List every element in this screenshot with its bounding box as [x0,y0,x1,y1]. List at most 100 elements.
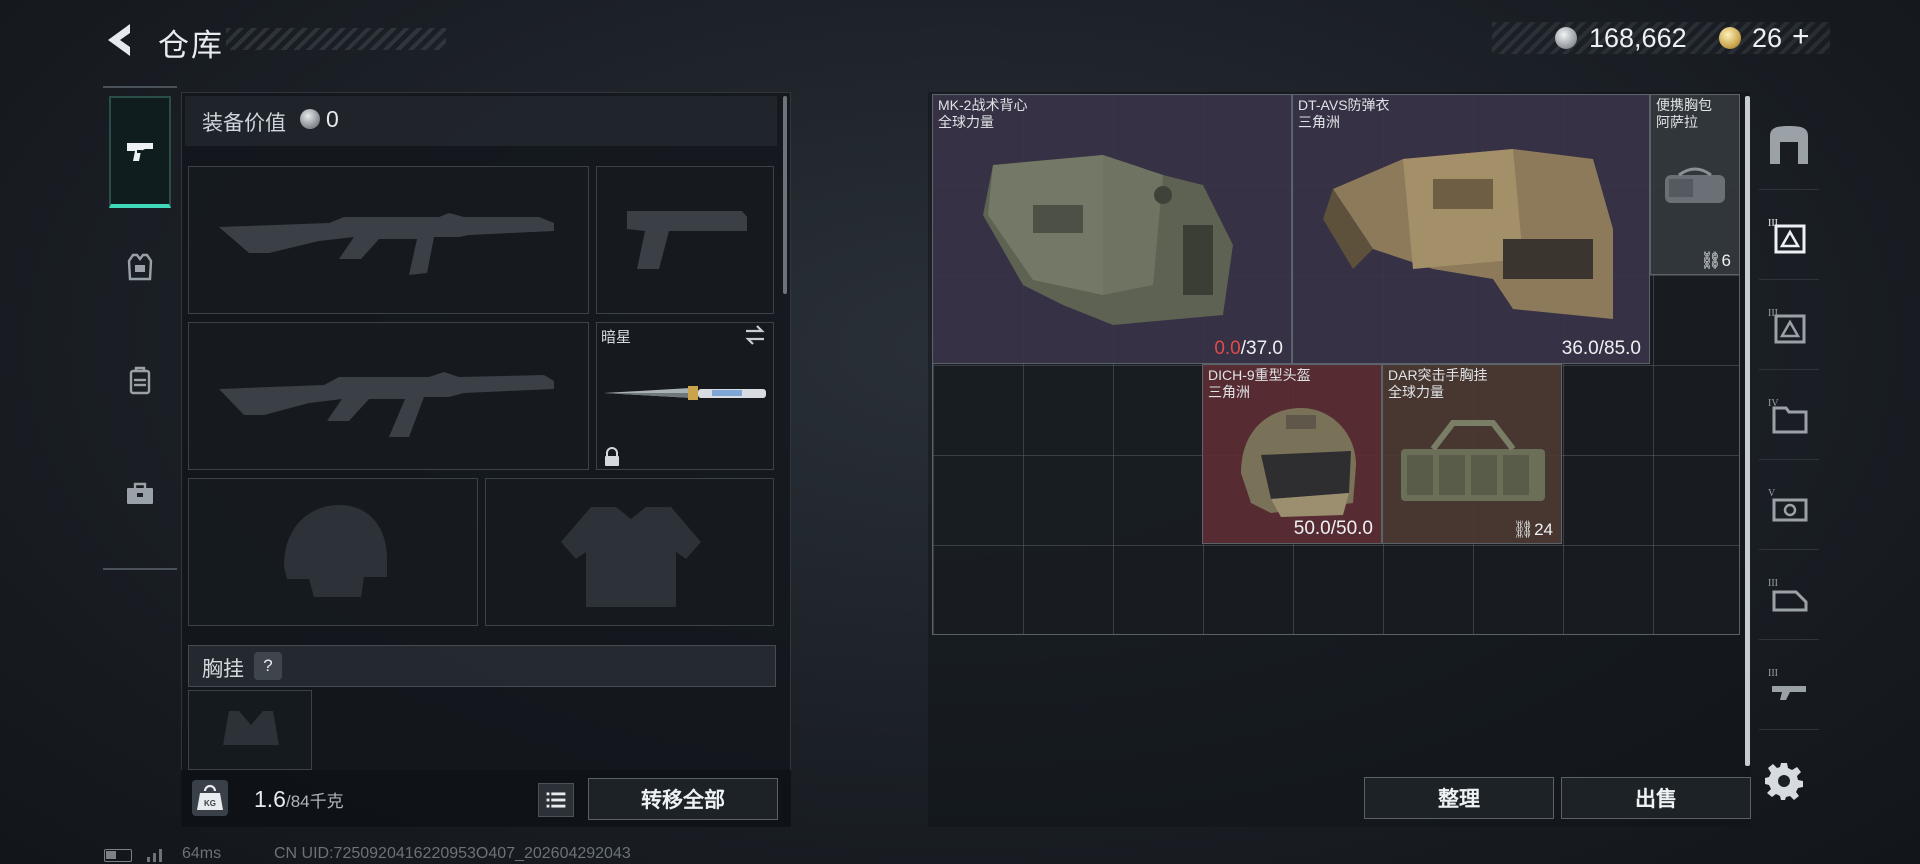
rifle-silhouette-icon [219,372,554,437]
chest-rig-slot[interactable] [188,690,312,770]
item-card[interactable]: DICH-9重型头盔 三角洲 50.0/50.0 [1202,364,1382,544]
stack-icon: ⛓ [1699,251,1722,270]
battery-icon [104,849,132,862]
item-count: ⛓6 [1700,251,1731,271]
storage-tab-2[interactable]: III [1759,280,1819,370]
uid-text: CN UID:7250920416220953O407_202604292043 [274,845,631,862]
vest-icon [127,253,153,281]
item-durability: 50.0/50.0 [1293,518,1373,539]
chest-bag-icon [1665,167,1725,203]
item-name: 便携胸包 [1656,97,1712,113]
item-name-block: 便携胸包 阿萨拉 [1656,97,1712,131]
tab-tier-label: III [1768,668,1778,679]
stack-icon: ⛓ [1512,520,1535,539]
storage-box-icon: III [1768,218,1806,253]
item-name-block: DT-AVS防弹衣 三角洲 [1298,97,1390,131]
item-card[interactable]: DT-AVS防弹衣 三角洲 36.0/85.0 [1292,94,1650,364]
title-decoration [226,28,446,50]
item-card[interactable]: 便携胸包 阿萨拉 ⛓6 [1650,94,1740,275]
loadout-scrollbar[interactable] [783,96,787,294]
chest-rig-icon [1401,420,1545,501]
item-name: DICH-9重型头盔 [1208,367,1311,383]
body-armor-slot[interactable] [485,478,774,626]
storage-tab-3[interactable]: IV [1759,370,1819,460]
storage-tool-icon: III [1768,578,1808,611]
vest-silhouette-icon [561,507,701,607]
item-origin: 全球力量 [1388,384,1444,400]
ping-text: 64ms [182,845,222,862]
storage-tab-6[interactable]: III [1759,640,1819,730]
helmet-silhouette-icon [284,505,387,597]
body-armor-icon [1323,149,1613,319]
item-name: DT-AVS防弹衣 [1298,97,1390,113]
add-currency-button[interactable]: + [1792,20,1810,54]
item-card[interactable]: MK-2战术背心 全球力量 0.0/37.0 [932,94,1292,364]
item-name: DAR突击手胸挂 [1388,367,1488,383]
item-name-block: MK-2战术背心 全球力量 [938,97,1027,131]
sort-button[interactable]: 整理 [1364,777,1554,819]
melee-name: 暗星 [601,329,632,346]
nav-backpack[interactable] [109,324,171,436]
equip-value: 0 [326,106,339,132]
sidearm-slot[interactable] [596,166,774,314]
storage-arch-icon [1770,125,1808,164]
item-count: ⛓24 [1512,520,1553,540]
storage-rifle-icon: III [1768,668,1806,700]
help-icon[interactable]: ? [254,652,282,680]
item-count-value: 24 [1534,520,1553,539]
item-card[interactable]: DAR突击手胸挂 全球力量 ⛓24 [1382,364,1562,544]
helmet-slot[interactable] [188,478,478,626]
toolbox-icon [127,482,153,504]
storage-folder-icon: IV [1768,398,1808,433]
item-origin: 阿萨拉 [1656,114,1698,130]
item-origin: 三角洲 [1298,114,1340,130]
item-durability: 0.0/37.0 [1214,338,1283,360]
nav-armor[interactable] [109,212,171,324]
storage-scrollbar[interactable] [1745,96,1750,766]
silver-coin-icon [300,109,320,129]
chest-rig-silhouette-icon [223,711,279,745]
storage-tab-4[interactable]: V [1759,460,1819,550]
item-name-block: DICH-9重型头盔 三角洲 [1208,367,1311,401]
swap-icon[interactable] [742,324,768,346]
item-durability: 36.0/85.0 [1561,338,1641,359]
storage-tab-5[interactable]: III [1759,550,1819,640]
pistol-silhouette-icon [627,211,747,269]
gold-coin-icon [1719,27,1741,49]
sell-button[interactable]: 出售 [1561,777,1751,819]
back-arrow-icon[interactable] [100,20,140,60]
storage-case-icon: V [1768,488,1808,521]
gold-amount: 26 [1752,23,1783,53]
item-count-value: 6 [1721,251,1731,270]
item-origin: 全球力量 [938,114,994,130]
heavy-helmet-icon [1241,408,1356,517]
backpack-icon [129,366,151,395]
knife-icon [604,386,766,400]
nav-weapons[interactable] [109,96,171,208]
carry-weight: 1.6/84千克 [254,786,344,813]
lock-icon [605,447,619,466]
primary-weapon-slot[interactable] [188,166,589,314]
rifle-silhouette-icon [219,213,554,275]
chest-rig-label: 胸挂 [202,658,244,681]
pistol-icon [127,143,153,161]
durability-max: /37.0 [1240,338,1283,359]
page-title: 仓库 [158,28,224,63]
carry-weight-max: /84千克 [285,792,344,811]
silver-amount: 168,662 [1589,23,1687,53]
storage-tab-nav: III III IV V III III [1753,92,1823,756]
signal-icon [147,849,162,862]
gear-icon[interactable] [1764,760,1804,800]
weight-icon: KG [192,780,228,816]
item-origin: 三角洲 [1208,384,1250,400]
list-view-button[interactable] [538,783,574,817]
secondary-weapon-slot[interactable] [188,322,589,470]
left-category-nav [103,86,177,570]
equip-value-label: 装备价值 [202,112,286,135]
nav-toolbox[interactable] [109,438,171,550]
carry-weight-current: 1.6 [254,786,286,812]
tab-tier-label: V [1768,488,1776,499]
storage-tab-main[interactable] [1759,100,1819,190]
storage-tab-1[interactable]: III [1759,190,1819,280]
transfer-all-button[interactable]: 转移全部 [588,778,778,820]
